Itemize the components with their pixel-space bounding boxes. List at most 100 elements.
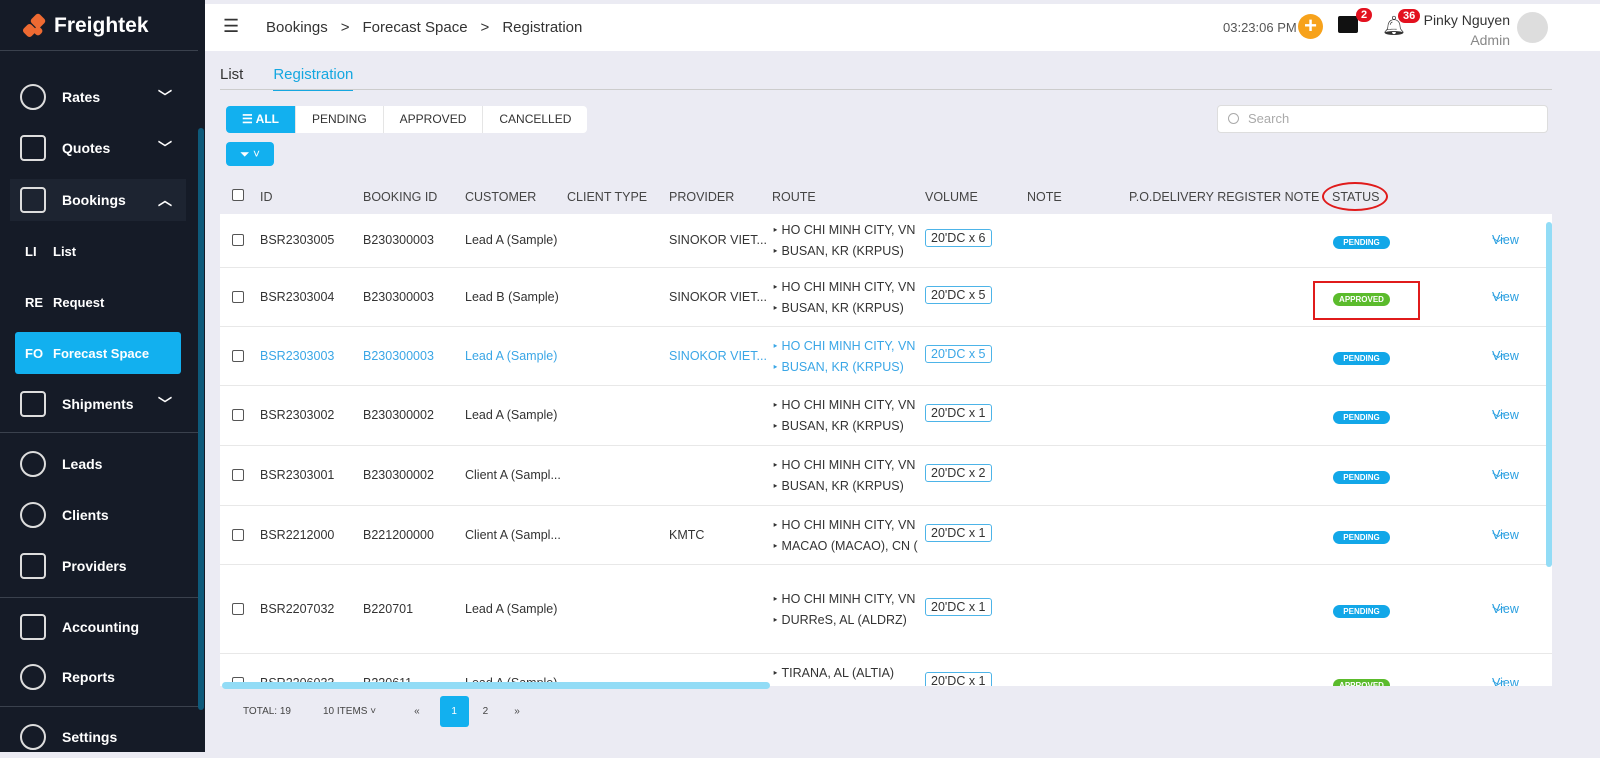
cell-id[interactable]: BSR2303002 [260,408,334,422]
col-id[interactable]: ID [260,190,273,204]
user-role: Admin [1470,32,1510,48]
col-booking-id[interactable]: BOOKING ID [363,190,437,204]
cell-customer: Client A (Sampl... [465,527,561,542]
breadcrumb-forecast-space[interactable]: Forecast Space [362,19,467,36]
row-checkbox[interactable] [232,234,244,246]
user-info[interactable]: Pinky Nguyen Admin [1424,10,1510,50]
total-count: TOTAL: 19 [243,706,291,717]
route-destination: DURReS, AL (ALDRZ) [772,610,915,631]
route-destination: BUSAN, KR (KRPUS) [772,416,915,437]
table-row[interactable]: BSR2303003 B230300003 Lead A (Sample) SI… [220,327,1552,386]
cell-booking-id[interactable]: B230300002 [363,408,434,422]
sidebar-subitem-forecast-space[interactable]: FO Forecast Space [15,332,181,374]
col-po-delivery-note[interactable]: P.O.DELIVERY REGISTER NOTE [1129,190,1319,204]
filter-dropdown-button[interactable]: ⏷ ˅ [226,142,274,166]
pagination: TOTAL: 19 10 ITEMS ˅ « 1 2 » [243,696,520,727]
label: Shipments [62,396,134,412]
next-page-button[interactable]: » [514,706,520,717]
row-checkbox[interactable] [232,290,244,303]
label: ALL [255,112,279,126]
add-button[interactable]: + [1298,14,1323,39]
cell-booking-id[interactable]: B230300003 [363,349,434,363]
abbr: LI [25,243,37,259]
cell-booking-id[interactable]: B230300002 [363,468,434,482]
route-origin: TIRANA, AL (ALTIA) [772,663,895,684]
search-input[interactable]: Search [1217,105,1548,133]
tab-registration[interactable]: Registration [273,66,354,91]
vertical-scrollbar[interactable] [1546,222,1552,567]
cell-id[interactable]: BSR2212000 [260,528,334,542]
row-checkbox[interactable] [232,349,244,362]
cell-id[interactable]: BSR2207032 [260,602,334,616]
col-client-type[interactable]: CLIENT TYPE [567,190,647,204]
cell-id[interactable]: BSR2303004 [260,290,334,304]
sidebar-scrollbar[interactable] [198,128,204,710]
table-row[interactable]: BSR2303002 B230300002 Lead A (Sample) HO… [220,386,1552,446]
table-row[interactable]: BSR2212000 B221200000 Client A (Sampl...… [220,506,1552,565]
page-2-button[interactable]: 2 [483,706,489,717]
cell-id[interactable]: BSR2303003 [260,349,334,363]
sidebar-item-clients[interactable]: Clients [10,494,186,536]
chevron-down-icon: ﹀ [1492,472,1505,486]
messages-badge: 2 [1356,8,1373,22]
chat-icon[interactable] [1338,16,1358,33]
label: Rates [62,89,101,105]
table-row[interactable]: BSR2207032 B220701 Lead A (Sample) HO CH… [220,565,1552,654]
sidebar-item-bookings[interactable]: Bookings ︿ [10,179,186,221]
horizontal-scrollbar[interactable] [222,682,770,689]
col-volume[interactable]: VOLUME [925,190,978,204]
logo[interactable]: Freightek [21,12,149,39]
cell-booking-id[interactable]: B230300003 [363,233,434,247]
col-note[interactable]: NOTE [1027,190,1062,204]
cell-booking-id[interactable]: B221200000 [363,528,434,542]
select-all-checkbox[interactable] [232,189,244,201]
quote-document-icon [20,135,46,161]
cell-route: HO CHI MINH CITY, VNBUSAN, KR (KRPUS) [772,277,916,319]
sidebar: Freightek Rates ﹀ Quotes ﹀ Bookings ︿ LI Lis… [0,0,205,752]
cell-id[interactable]: BSR2303005 [260,233,334,247]
sidebar-item-shipments[interactable]: Shipments ﹀ [10,383,186,425]
filter-all-button[interactable]: ☰ ALL [226,106,296,133]
divider [0,50,198,51]
route-destination: BUSAN, KR (KRPUS) [772,476,915,497]
sidebar-item-providers[interactable]: Providers [10,545,186,587]
row-checkbox[interactable] [232,528,244,541]
sidebar-subitem-list[interactable]: LI List [15,230,181,272]
tab-list[interactable]: List [220,66,243,91]
cell-booking-id[interactable]: B230300003 [363,290,434,304]
filter-approved-button[interactable]: APPROVED [384,106,484,133]
cell-id[interactable]: BSR2303001 [260,468,334,482]
avatar[interactable] [1517,12,1548,43]
cell-route: HO CHI MINH CITY, VNBUSAN, KR (KRPUS) [772,455,916,497]
page-size-select[interactable]: 10 ITEMS ˅ [323,706,376,717]
prev-page-button[interactable]: « [414,706,420,717]
col-customer[interactable]: CUSTOMER [465,190,536,204]
row-checkbox[interactable] [232,409,244,421]
chevron-down-icon: ﹀ [1492,352,1505,367]
sidebar-item-accounting[interactable]: Accounting [10,606,186,648]
breadcrumb-bookings[interactable]: Bookings [266,19,328,36]
sidebar-subitem-request[interactable]: RE Request [15,281,181,323]
tab-divider [220,89,1552,90]
filter-pending-button[interactable]: PENDING [296,106,384,133]
row-checkbox[interactable] [232,469,244,481]
table-row[interactable]: BSR2303005 B230300003 Lead A (Sample) SI… [220,214,1552,268]
row-checkbox[interactable] [232,602,244,615]
cell-customer: Lead B (Sample) [465,289,559,304]
page-1-button[interactable]: 1 [439,696,469,727]
col-provider[interactable]: PROVIDER [669,190,734,204]
sidebar-item-leads[interactable]: Leads [10,443,186,485]
cell-booking-id[interactable]: B220701 [363,602,413,616]
rates-search-dollar-icon [20,84,46,110]
sidebar-item-reports[interactable]: Reports [10,656,186,698]
sidebar-item-rates[interactable]: Rates ﹀ [10,76,186,118]
label: Leads [62,456,103,472]
chevron-up-icon: ︿ [158,192,172,208]
cell-customer: Lead A (Sample) [465,408,558,422]
status-badge: PENDING [1333,411,1390,424]
hamburger-menu-icon[interactable]: ☰ [223,16,239,37]
col-route[interactable]: ROUTE [772,190,816,204]
filter-cancelled-button[interactable]: CANCELLED [483,106,587,133]
sidebar-item-quotes[interactable]: Quotes ﹀ [10,127,186,169]
table-row[interactable]: BSR2303001 B230300002 Client A (Sampl...… [220,446,1552,506]
